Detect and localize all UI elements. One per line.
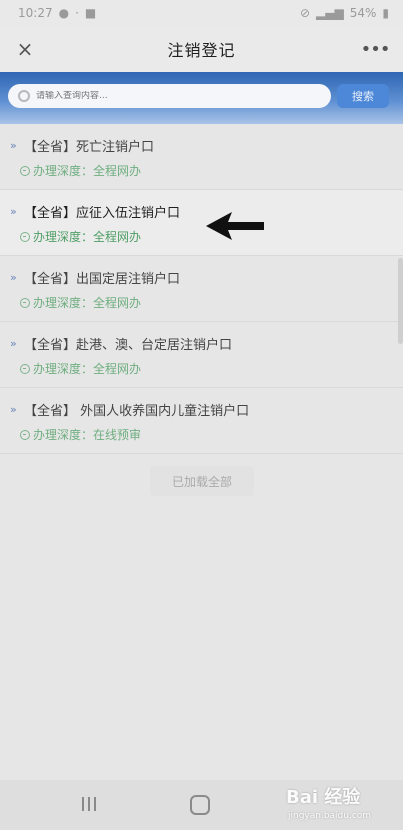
globe-icon bbox=[20, 297, 30, 308]
item-depth-row: 办理深度：全程网办 bbox=[20, 360, 141, 377]
signal-icon: ▂▄▆ bbox=[316, 6, 344, 20]
status-left: 10:27 ● · ■ bbox=[18, 6, 96, 20]
item-depth: 办理深度：全程网办 bbox=[33, 362, 142, 376]
chevron-right-icon: » bbox=[10, 205, 17, 218]
close-button[interactable]: × bbox=[12, 36, 38, 62]
battery-icon: ▮ bbox=[382, 6, 389, 20]
search-band: 搜索 bbox=[0, 72, 403, 124]
home-button[interactable] bbox=[190, 795, 210, 815]
battery-level: 54% bbox=[349, 6, 377, 20]
item-title-row: » 【全省】死亡注销户口 bbox=[10, 136, 154, 155]
status-time: 10:27 bbox=[18, 6, 53, 20]
mute-icon: ⊘ bbox=[299, 6, 311, 20]
item-depth: 办理深度：全程网办 bbox=[33, 296, 142, 310]
recent-apps-icon bbox=[88, 797, 90, 811]
search-icon bbox=[18, 90, 30, 102]
recent-apps-button[interactable] bbox=[78, 797, 100, 813]
chevron-right-icon: » bbox=[10, 139, 17, 152]
status-bar: 10:27 ● · ■ ⊘ ▂▄▆ 54% ▮ bbox=[0, 0, 403, 26]
chevron-right-icon: » bbox=[10, 403, 17, 416]
watermark-url: jingyan.baidu.com bbox=[288, 811, 372, 821]
globe-icon bbox=[20, 363, 30, 374]
item-depth: 办理深度：全程网办 bbox=[33, 230, 142, 244]
list-item[interactable]: » 【全省】 外国人收养国内儿童注销户口 办理深度：在线预审 bbox=[0, 388, 403, 454]
service-list: » 【全省】死亡注销户口 办理深度：全程网办 » 【全省】应征入伍注销户口 办理… bbox=[0, 124, 403, 454]
item-depth-row: 办理深度：全程网办 bbox=[20, 162, 141, 179]
baidu-jingyan-watermark: Bai 经验 jingyan.baidu.com bbox=[282, 779, 400, 829]
list-item[interactable]: » 【全省】赴港、澳、台定居注销户口 办理深度：全程网办 bbox=[0, 322, 403, 388]
item-name: 【全省】出国定居注销户口 bbox=[24, 272, 181, 287]
chevron-right-icon: » bbox=[10, 271, 17, 284]
item-title-row: » 【全省】出国定居注销户口 bbox=[10, 268, 180, 287]
close-icon: × bbox=[16, 37, 34, 61]
status-right: ⊘ ▂▄▆ 54% ▮ bbox=[300, 6, 389, 20]
scrollbar[interactable] bbox=[398, 258, 403, 344]
item-depth: 办理深度：在线预审 bbox=[33, 428, 142, 442]
recent-apps-icon bbox=[82, 797, 84, 811]
message-notification-icon: ■ bbox=[84, 6, 97, 20]
more-dots-icon: ••• bbox=[360, 38, 391, 60]
list-item[interactable]: » 【全省】死亡注销户口 办理深度：全程网办 bbox=[0, 124, 403, 190]
page-title: 注销登记 bbox=[167, 41, 236, 60]
item-title-row: » 【全省】赴港、澳、台定居注销户口 bbox=[10, 334, 232, 353]
chat-notification-icon: ● bbox=[58, 6, 70, 20]
watermark-brand: Bai 经验 bbox=[286, 787, 361, 808]
chevron-right-icon: » bbox=[10, 337, 17, 350]
item-depth: 办理深度：全程网办 bbox=[33, 164, 142, 178]
item-title-row: » 【全省】应征入伍注销户口 bbox=[10, 202, 180, 221]
search-button[interactable]: 搜索 bbox=[337, 84, 389, 108]
item-name: 【全省】死亡注销户口 bbox=[24, 140, 155, 155]
page-header: × 注销登记 ••• bbox=[0, 26, 403, 72]
globe-icon bbox=[20, 429, 30, 440]
annotation-arrow-icon bbox=[206, 212, 264, 240]
dot-icon: · bbox=[75, 6, 79, 20]
search-box[interactable] bbox=[8, 84, 331, 108]
loaded-all-indicator: 已加载全部 bbox=[150, 466, 254, 496]
item-depth-row: 办理深度：全程网办 bbox=[20, 228, 141, 245]
item-depth-row: 办理深度：全程网办 bbox=[20, 294, 141, 311]
globe-icon bbox=[20, 231, 30, 242]
list-item[interactable]: » 【全省】出国定居注销户口 办理深度：全程网办 bbox=[0, 256, 403, 322]
globe-icon bbox=[20, 165, 30, 176]
item-depth-row: 办理深度：在线预审 bbox=[20, 426, 141, 443]
list-item[interactable]: » 【全省】应征入伍注销户口 办理深度：全程网办 bbox=[0, 190, 403, 256]
item-name: 【全省】应征入伍注销户口 bbox=[24, 206, 181, 221]
watermark-brand-row: Bai 经验 bbox=[286, 783, 360, 809]
recent-apps-icon bbox=[94, 797, 96, 811]
item-name: 【全省】赴港、澳、台定居注销户口 bbox=[24, 338, 233, 353]
item-title-row: » 【全省】 外国人收养国内儿童注销户口 bbox=[10, 400, 249, 419]
item-name: 【全省】 外国人收养国内儿童注销户口 bbox=[24, 404, 250, 419]
more-button[interactable]: ••• bbox=[360, 36, 391, 62]
search-input[interactable] bbox=[36, 91, 316, 101]
